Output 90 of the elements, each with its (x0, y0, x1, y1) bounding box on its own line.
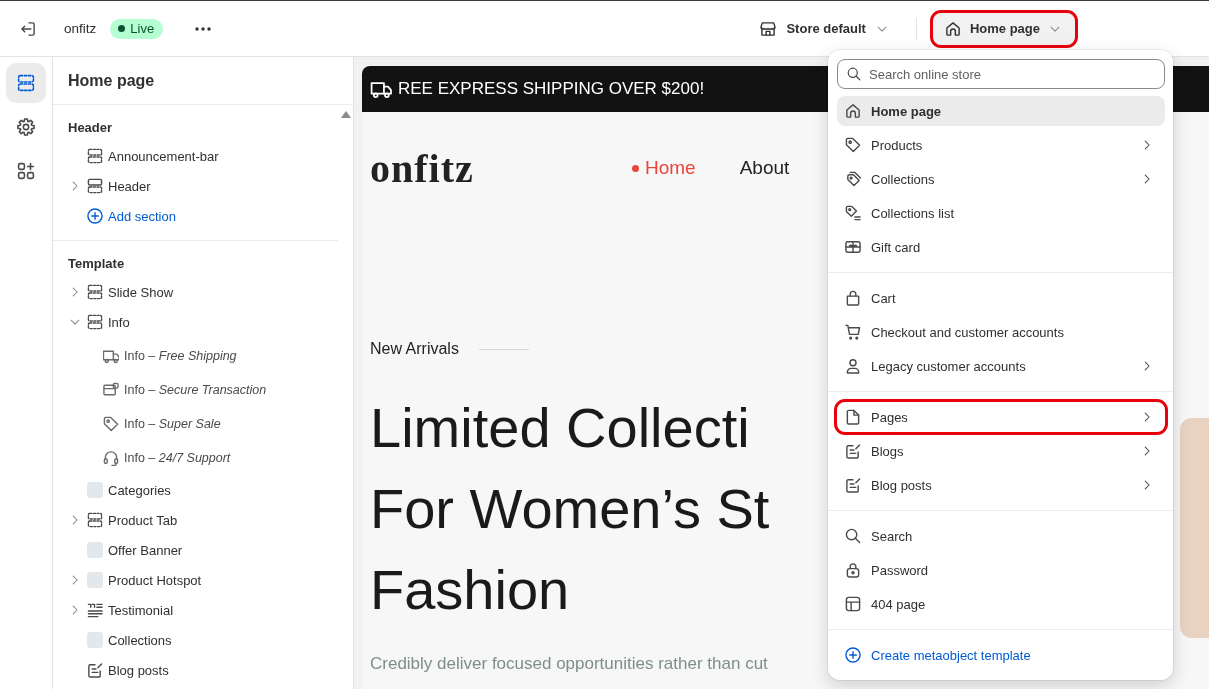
panel-title: Home page (53, 57, 353, 105)
quote-icon (87, 602, 103, 618)
sidebar-item[interactable]: Categories (68, 475, 179, 505)
group-heading: Template (68, 255, 125, 273)
create-template-link[interactable]: Create metaobject template (837, 640, 1165, 670)
menu-item[interactable]: Legacy customer accounts (837, 351, 1165, 381)
thumbnail-placeholder (87, 572, 103, 588)
sidebar-item[interactable]: Blog posts (68, 655, 177, 685)
lock-icon (845, 562, 861, 578)
menu-item[interactable]: Checkout and customer accounts (837, 317, 1165, 347)
plus-circle-icon (87, 208, 103, 224)
section-icon (87, 512, 103, 528)
thumbnail-placeholder (87, 632, 103, 648)
settings-icon (17, 118, 35, 136)
gift-card-icon (845, 239, 861, 255)
menu-item[interactable]: Cart (837, 283, 1165, 313)
house-icon (944, 20, 961, 37)
announcement-text: REE EXPRESS SHIPPING OVER $200! (398, 79, 705, 99)
menu-item[interactable]: Blog posts (837, 470, 1165, 500)
sidebar-subitem[interactable]: Info – Free Shipping (68, 339, 245, 373)
nav-link[interactable]: Home (632, 157, 696, 179)
nav-link[interactable]: About (739, 157, 790, 179)
sidebar-item[interactable]: Collections (68, 625, 180, 655)
menu-item[interactable]: Collections (837, 164, 1165, 194)
status-dot-icon (118, 25, 126, 32)
site-logo[interactable]: onfitz (370, 144, 474, 192)
plus-circle-icon (845, 647, 861, 663)
menu-item[interactable]: Pages (837, 402, 1165, 432)
menu-item[interactable]: 404 page (837, 589, 1165, 619)
house-icon (845, 103, 861, 119)
sidebar-item[interactable]: Info (68, 307, 138, 337)
active-dot-icon (632, 164, 639, 172)
eyebrow-text: New Arrivals (370, 340, 459, 358)
note-edit-icon (845, 477, 861, 493)
person-icon (845, 358, 861, 374)
menu-item[interactable]: Collections list (837, 198, 1165, 228)
sidebar-item[interactable]: Product Hotspot (68, 565, 210, 595)
search-icon (847, 67, 861, 81)
sidebar-subitem[interactable]: Info – Secure Transaction (68, 373, 275, 407)
cart-icon (845, 324, 861, 340)
tags-icon (845, 171, 861, 187)
more-icon (195, 26, 212, 31)
menu-item[interactable]: Search (837, 521, 1165, 551)
sidebar-item[interactable]: Offer Banner (68, 535, 191, 565)
sidebar-item[interactable]: Header (68, 171, 159, 201)
sidebar-item[interactable]: Product Tab (68, 505, 186, 535)
sidebar-subitem[interactable]: Info – 24/7 Support (68, 441, 239, 475)
section-icon (87, 284, 103, 300)
layout-icon (845, 596, 861, 612)
status-text: Live (130, 21, 155, 36)
truck-icon (103, 348, 119, 364)
add-section-button[interactable]: Add section (68, 201, 184, 231)
section-icon (87, 314, 103, 330)
section-icon (17, 74, 35, 92)
note-edit-icon (845, 443, 861, 459)
menu-item[interactable]: Gift card (837, 232, 1165, 262)
sidebar-item[interactable]: Slide Show (68, 277, 182, 307)
section-icon (87, 148, 103, 164)
tag-icon (845, 137, 861, 153)
store-name: onfitz (64, 21, 97, 36)
hero-heading: Limited Collecti For Women’s St Fashion (370, 395, 770, 623)
group-heading: Header (68, 119, 113, 137)
headset-icon (103, 450, 119, 466)
card-icon (103, 382, 119, 398)
thumbnail-placeholder (87, 542, 103, 558)
note-edit-icon (87, 662, 103, 678)
header-section-icon (87, 178, 103, 194)
exit-icon (20, 20, 36, 37)
theme-selector[interactable]: Store default (752, 12, 896, 45)
sections-tab[interactable] (6, 63, 46, 103)
search-field[interactable]: Search online store (837, 59, 1165, 89)
sidebar-subitem[interactable]: Info – Super Sale (68, 407, 229, 441)
page-icon (845, 409, 861, 425)
menu-item[interactable]: Products (837, 130, 1165, 160)
bag-icon (845, 290, 861, 306)
scroll-up-icon[interactable] (340, 111, 351, 118)
thumbnail-placeholder (87, 482, 103, 498)
sidebar-item[interactable]: Testimonial (68, 595, 182, 625)
menu-item[interactable]: Password (837, 555, 1165, 585)
truck-icon (370, 79, 392, 99)
menu-item[interactable]: Home page (837, 96, 1165, 126)
menu-item[interactable]: Blogs (837, 436, 1165, 466)
sidebar-item[interactable]: Announcement-bar (68, 141, 227, 171)
hero-paragraph: Credibly deliver focused opportunities rather than cut (370, 653, 768, 675)
tag-icon (103, 416, 119, 432)
search-icon (845, 528, 861, 544)
tag-list-icon (845, 205, 861, 221)
store-icon (760, 20, 777, 37)
page-selector[interactable]: Home page (932, 12, 1075, 45)
apps-icon (17, 162, 35, 180)
